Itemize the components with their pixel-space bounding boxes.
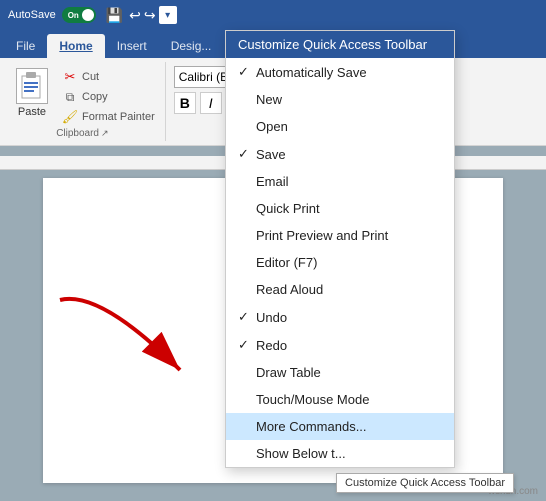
save-icon[interactable]: 💾	[106, 7, 123, 24]
clipboard-section: Paste ✂ Cut ⧉ Copy 🖌 Format Painter Clip…	[0, 62, 166, 141]
check-redo: ✓	[238, 337, 256, 353]
cut-icon: ✂	[62, 69, 78, 85]
italic-button[interactable]: I	[200, 92, 222, 114]
qat-dropdown-button[interactable]: ▾	[159, 6, 177, 24]
clipboard-small-buttons: ✂ Cut ⧉ Copy 🖌 Format Painter	[60, 64, 157, 126]
menu-item-new[interactable]: New	[226, 86, 454, 113]
tab-design[interactable]: Desig...	[159, 34, 224, 58]
autosave-toggle[interactable]: On	[62, 7, 96, 23]
tab-home[interactable]: Home	[47, 34, 104, 58]
check-save: ✓	[238, 146, 256, 162]
cut-button[interactable]: ✂ Cut	[60, 68, 157, 86]
clipboard-expand-icon[interactable]: ↗	[101, 128, 109, 139]
check-auto-save: ✓	[238, 64, 256, 80]
menu-item-touch-mode[interactable]: Touch/Mouse Mode	[226, 386, 454, 413]
menu-item-editor[interactable]: Editor (F7)	[226, 249, 454, 276]
copy-icon: ⧉	[62, 89, 78, 105]
qat-customize-menu: Customize Quick Access Toolbar ✓ Automat…	[225, 30, 455, 468]
paste-label: Paste	[18, 106, 46, 118]
bold-button[interactable]: B	[174, 92, 196, 114]
menu-item-read-aloud[interactable]: Read Aloud	[226, 276, 454, 303]
menu-item-save[interactable]: ✓ Save	[226, 140, 454, 168]
tooltip-customize: Customize Quick Access Toolbar	[336, 473, 514, 493]
paste-icon	[16, 68, 48, 104]
paste-button[interactable]: Paste	[8, 64, 56, 122]
undo-icon[interactable]: ↩	[129, 7, 141, 24]
menu-item-redo[interactable]: ✓ Redo	[226, 331, 454, 359]
copy-button[interactable]: ⧉ Copy	[60, 88, 157, 106]
menu-item-open[interactable]: Open	[226, 113, 454, 140]
format-painter-button[interactable]: 🖌 Format Painter	[60, 108, 157, 126]
autosave-state: On	[68, 11, 79, 20]
autosave-label: AutoSave	[8, 9, 56, 21]
clipboard-content: Paste ✂ Cut ⧉ Copy 🖌 Format Painter	[8, 64, 157, 126]
title-bar: AutoSave On 💾 ↩ ↪ ▾	[0, 0, 546, 30]
redo-icon[interactable]: ↪	[144, 7, 156, 24]
menu-item-draw-table[interactable]: Draw Table	[226, 359, 454, 386]
clipboard-label: Clipboard ↗	[56, 126, 108, 139]
menu-item-show-below[interactable]: Show Below t... Customize Quick Access T…	[226, 440, 454, 467]
menu-item-undo[interactable]: ✓ Undo	[226, 303, 454, 331]
autosave-knob	[82, 9, 94, 21]
menu-item-print-preview[interactable]: Print Preview and Print	[226, 222, 454, 249]
undo-redo-group: ↩ ↪ ▾	[129, 6, 176, 24]
menu-item-more-commands[interactable]: More Commands...	[226, 413, 454, 440]
menu-item-email[interactable]: Email	[226, 168, 454, 195]
dropdown-header: Customize Quick Access Toolbar	[226, 31, 454, 58]
menu-item-auto-save[interactable]: ✓ Automatically Save	[226, 58, 454, 86]
menu-item-quick-print[interactable]: Quick Print	[226, 195, 454, 222]
tab-insert[interactable]: Insert	[105, 34, 159, 58]
check-undo: ✓	[238, 309, 256, 325]
title-bar-icons: 💾	[106, 7, 123, 24]
tab-file[interactable]: File	[4, 34, 47, 58]
format-painter-icon: 🖌	[62, 109, 78, 125]
